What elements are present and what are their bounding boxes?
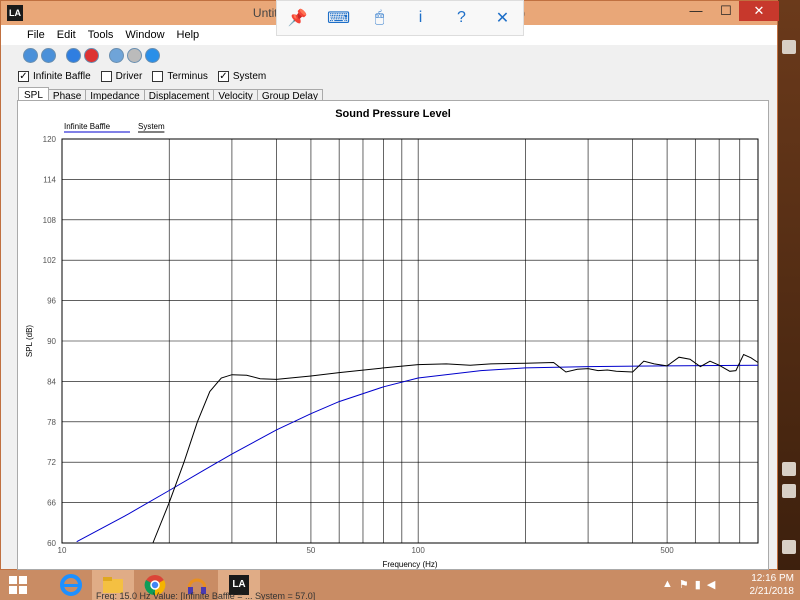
chart-title: Sound Pressure Level	[335, 108, 451, 120]
check-icon: ✓	[18, 70, 29, 82]
checkbox-infinite-baffle[interactable]: ✓ Infinite Baffle	[18, 70, 91, 82]
menu-window[interactable]: Window	[119, 29, 170, 41]
chevron-up-icon[interactable]: ▲	[662, 578, 673, 591]
pause-icon[interactable]	[127, 47, 142, 63]
touch-toolbar: 📌 ⌨ 🖱 i ? ✕	[276, 0, 524, 36]
checkbox-empty-icon	[152, 70, 164, 82]
menu-edit[interactable]: Edit	[51, 29, 82, 41]
y-tick-label: 120	[43, 135, 57, 144]
info-icon[interactable]: i	[407, 9, 435, 27]
legend-entry-1: System	[138, 122, 165, 131]
play-icon[interactable]	[145, 47, 160, 63]
y-tick-label: 96	[47, 297, 56, 306]
record-icon[interactable]	[66, 47, 81, 63]
x-tick-label: 100	[411, 546, 425, 555]
x-axis-label: Frequency (Hz)	[382, 560, 437, 569]
start-button[interactable]	[0, 570, 36, 600]
x-tick-label: 10	[58, 546, 67, 555]
series-checkboxes: ✓ Infinite Baffle Driver Terminus ✓ System	[1, 65, 777, 87]
y-tick-label: 78	[47, 418, 56, 427]
desktop-icon[interactable]	[782, 40, 796, 54]
close-button[interactable]: ✕	[739, 1, 779, 21]
pin-icon[interactable]: 📌	[284, 8, 312, 28]
menu-help[interactable]: Help	[171, 29, 206, 41]
y-tick-label: 60	[47, 539, 56, 548]
menu-file[interactable]: File	[21, 29, 51, 41]
internet-explorer-icon	[60, 574, 82, 596]
flag-icon[interactable]: ⚑	[679, 578, 689, 591]
checkbox-empty-icon	[100, 70, 112, 82]
rewind-icon[interactable]	[23, 47, 38, 63]
desktop-icon[interactable]	[782, 462, 796, 476]
x-tick-label: 50	[306, 546, 315, 555]
windows-icon	[9, 576, 27, 594]
taskbar-ie[interactable]	[50, 570, 92, 600]
y-tick-label: 114	[43, 175, 56, 184]
y-tick-label: 72	[47, 458, 56, 467]
spl-chart[interactable]: 60 66 72 78 84 90 96 102 108 114 120 10 50 100 500 Soun…	[18, 101, 768, 569]
y-tick-label: 102	[43, 256, 57, 265]
volume-icon[interactable]: ◀	[707, 578, 715, 591]
maximize-button[interactable]: ☐	[711, 1, 741, 21]
clock[interactable]: 12:16 PM 2/21/2018	[750, 572, 795, 598]
previous-icon[interactable]	[109, 47, 124, 63]
legend-entry-0: Infinite Baffle	[64, 122, 111, 131]
y-tick-label: 84	[47, 377, 56, 386]
checkbox-system[interactable]: ✓ System	[217, 70, 266, 82]
toolbar	[1, 45, 777, 65]
checkbox-driver[interactable]: Driver	[100, 70, 142, 82]
desktop-icon[interactable]	[782, 540, 796, 554]
x-tick-label: 500	[660, 546, 674, 555]
y-tick-label: 90	[47, 337, 56, 346]
y-axis-label: SPL (dB)	[25, 325, 34, 357]
keyboard-icon[interactable]: ⌨	[325, 8, 353, 28]
plot-panel: 60 66 72 78 84 90 96 102 108 114 120 10 50 100 500 Soun…	[17, 100, 769, 570]
desktop-icon[interactable]	[782, 484, 796, 498]
check-icon: ✓	[217, 70, 229, 82]
mouse-icon[interactable]: 🖱	[366, 9, 394, 27]
system-tray: ▲ ⚑ ▮ ◀	[662, 578, 715, 591]
menu-tools[interactable]: Tools	[82, 29, 120, 41]
stop-record-icon[interactable]	[84, 47, 99, 63]
checkbox-terminus[interactable]: Terminus	[152, 70, 208, 82]
close-icon[interactable]: ✕	[489, 8, 517, 28]
network-icon[interactable]: ▮	[695, 578, 701, 591]
y-tick-label: 108	[43, 216, 57, 225]
status-text: Freq: 15.0 Hz Value: [Infinite Baffle = …	[96, 591, 316, 600]
minimize-button[interactable]: —	[681, 1, 711, 21]
help-icon[interactable]: ?	[448, 9, 476, 27]
fast-forward-icon[interactable]	[41, 47, 56, 63]
y-tick-label: 66	[47, 499, 56, 508]
